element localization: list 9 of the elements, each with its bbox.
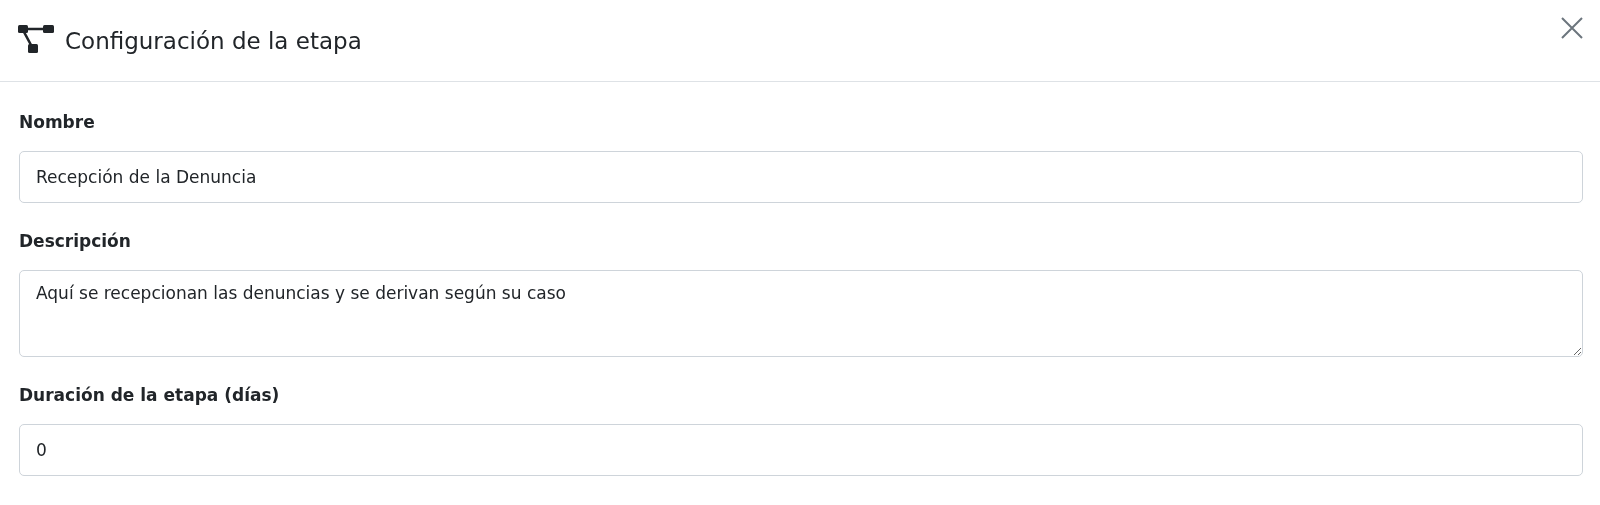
- field-label: Descripción: [19, 230, 132, 253]
- input-field[interactable]: Recepción de la Denuncia: [19, 151, 1583, 203]
- close-icon[interactable]: [1560, 15, 1584, 40]
- field-label: Duración de la etapa (días): [19, 384, 281, 407]
- flowchart-icon: [18, 24, 54, 53]
- description-field[interactable]: Aquí se recepcionan las denuncias y se derivan según su caso: [19, 270, 1583, 357]
- field-label: Nombre: [19, 111, 96, 134]
- dialog-title: Configuración de la etapa: [65, 27, 363, 54]
- input-field[interactable]: 0: [19, 424, 1583, 476]
